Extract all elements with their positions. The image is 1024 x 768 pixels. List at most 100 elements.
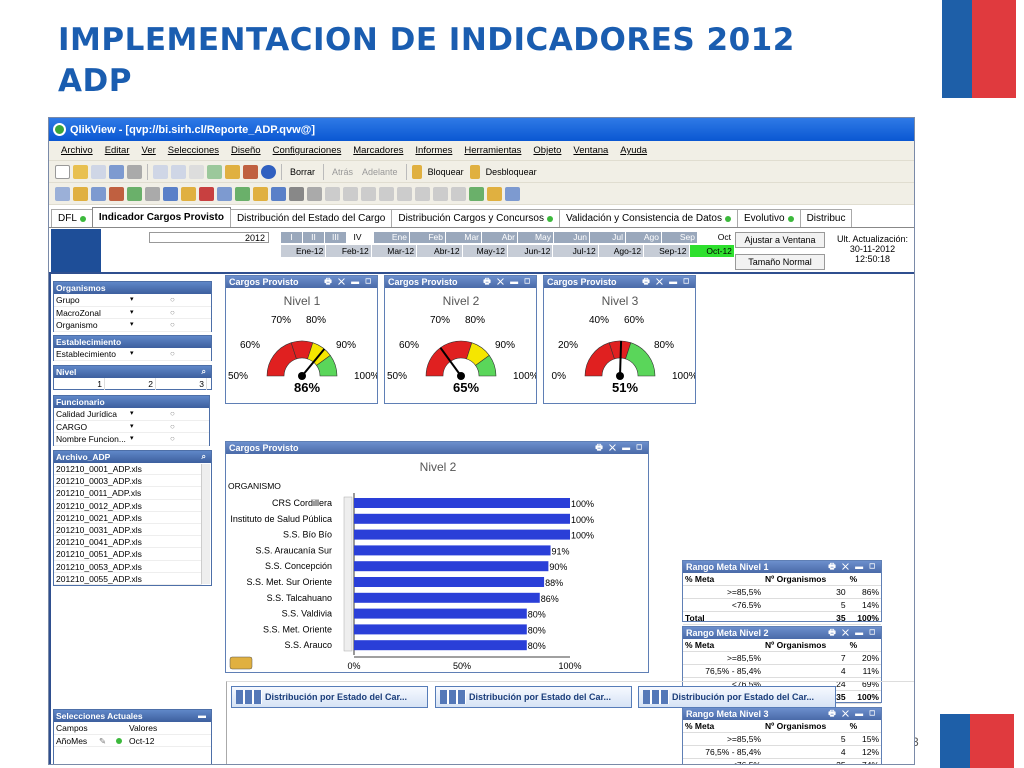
yearmonth-Jul-12[interactable]: Jul-12: [553, 245, 599, 257]
minimize-icon[interactable]: ▬: [198, 710, 208, 722]
design-tool-icon[interactable]: [469, 186, 484, 201]
chevron-down-icon[interactable]: ▾: [130, 348, 134, 360]
menu-item-10[interactable]: Ventana: [567, 145, 614, 156]
help-icon[interactable]: [261, 164, 276, 179]
menu-item-2[interactable]: Ver: [136, 145, 162, 156]
month-Abr[interactable]: Abr: [482, 232, 518, 243]
yearmonth-Jun-12[interactable]: Jun-12: [507, 245, 554, 257]
chevron-down-icon[interactable]: ▾: [130, 307, 134, 319]
chevron-down-icon[interactable]: ▾: [130, 294, 134, 306]
tools-icon[interactable]: [243, 164, 258, 179]
tab-3[interactable]: Distribución Cargos y Concursos: [391, 209, 560, 227]
yearmonth-Ago-12[interactable]: Ago-12: [598, 245, 645, 257]
menu-item-4[interactable]: Diseño: [225, 145, 267, 156]
funcionario-item[interactable]: Calidad Jurídica ▾ ○: [54, 408, 209, 421]
chart-controls-icon[interactable]: 🖶 ✕ ▬ ◻: [324, 276, 373, 288]
design-tool-icon[interactable]: [361, 186, 376, 201]
menu-item-0[interactable]: Archivo: [55, 145, 99, 156]
normal-size-button[interactable]: Tamaño Normal: [735, 254, 825, 270]
chevron-down-icon[interactable]: ▾: [130, 433, 134, 445]
yearmonth-Abr-12[interactable]: Abr-12: [417, 245, 463, 257]
quarter-I[interactable]: I: [281, 232, 303, 243]
archivo-item[interactable]: 201210_0055_ADP.xls: [54, 573, 202, 585]
archivo-item[interactable]: 201210_0051_ADP.xls: [54, 548, 202, 561]
yearmonth-Mar-12[interactable]: Mar-12: [371, 245, 418, 257]
funcionario-item[interactable]: CARGO ▾ ○: [54, 421, 209, 433]
tab-1[interactable]: Indicador Cargos Provisto: [91, 207, 231, 227]
tab-0[interactable]: DFL: [51, 209, 93, 227]
design-tool-icon[interactable]: [163, 186, 178, 201]
chart-controls-icon[interactable]: 🖶 ✕ ▬ ◻: [828, 627, 877, 639]
new-icon[interactable]: [55, 164, 70, 179]
funcionario-item[interactable]: Nombre Funcion... ▾ ○: [54, 433, 209, 446]
menu-item-5[interactable]: Configuraciones: [267, 145, 348, 156]
check-icon[interactable]: [207, 164, 222, 179]
chevron-down-icon[interactable]: ▾: [130, 408, 134, 420]
month-Oct[interactable]: Oct: [698, 232, 734, 243]
unlock-button[interactable]: Desbloquear: [483, 167, 540, 177]
archivo-item[interactable]: 201210_0053_ADP.xls: [54, 561, 202, 573]
design-tool-icon[interactable]: [271, 186, 286, 201]
design-tool-icon[interactable]: [109, 186, 124, 201]
back-button[interactable]: Atrás: [329, 167, 356, 177]
quarter-IV[interactable]: IV: [347, 232, 369, 243]
eraser-icon[interactable]: ✎: [99, 735, 106, 747]
month-May[interactable]: May: [518, 232, 554, 243]
archivo-item[interactable]: 201210_0021_ADP.xls: [54, 512, 202, 524]
design-tool-icon[interactable]: [397, 186, 412, 201]
month-Ene[interactable]: Ene: [374, 232, 410, 243]
design-tool-icon[interactable]: [505, 186, 520, 201]
tab-2[interactable]: Distribución del Estado del Cargo: [229, 209, 393, 227]
search-icon[interactable]: ⌕: [202, 451, 208, 463]
nivel-value[interactable]: 2: [105, 378, 156, 390]
menu-item-1[interactable]: Editar: [99, 145, 136, 156]
menu-item-9[interactable]: Objeto: [527, 145, 567, 156]
month-Feb[interactable]: Feb: [410, 232, 446, 243]
establecimiento-item[interactable]: Establecimiento ▾ ○: [54, 348, 211, 361]
archivo-item[interactable]: 201210_0011_ADP.xls: [54, 487, 202, 500]
undo-icon[interactable]: [153, 164, 168, 179]
design-tool-icon[interactable]: [127, 186, 142, 201]
clear-button[interactable]: Borrar: [287, 167, 318, 177]
tab-6[interactable]: Distribuc: [799, 209, 853, 227]
chart-icon[interactable]: [225, 164, 240, 179]
organismo-item[interactable]: MacroZonal ▾ ○: [54, 307, 211, 319]
design-tool-icon[interactable]: [487, 186, 502, 201]
design-tool-icon[interactable]: [145, 186, 160, 201]
yearmonth-Sep-12[interactable]: Sep-12: [644, 245, 690, 257]
design-tool-icon[interactable]: [325, 186, 340, 201]
year-listbox[interactable]: 2012: [149, 232, 269, 243]
quarter-III[interactable]: III: [325, 232, 347, 243]
organismo-item[interactable]: Organismo ▾ ○: [54, 319, 211, 332]
scrollbar[interactable]: [201, 464, 210, 584]
tab-5[interactable]: Evolutivo: [737, 209, 801, 227]
archivo-item[interactable]: 201210_0001_ADP.xls: [54, 463, 202, 476]
design-tool-icon[interactable]: [253, 186, 268, 201]
organismo-item[interactable]: Grupo ▾ ○: [54, 294, 211, 307]
month-Mar[interactable]: Mar: [446, 232, 482, 243]
design-tool-icon[interactable]: [73, 186, 88, 201]
nivel-value[interactable]: 1: [54, 378, 105, 390]
menu-item-11[interactable]: Ayuda: [614, 145, 653, 156]
print-icon[interactable]: [127, 164, 142, 179]
design-tool-icon[interactable]: [235, 186, 250, 201]
yearmonth-Ene-12[interactable]: Ene-12: [281, 245, 327, 257]
nivel-value[interactable]: 3: [156, 378, 207, 390]
menu-item-3[interactable]: Selecciones: [162, 145, 225, 156]
open-icon[interactable]: [73, 164, 88, 179]
design-tool-icon[interactable]: [451, 186, 466, 201]
month-Jul[interactable]: Jul: [590, 232, 626, 243]
month-Jun[interactable]: Jun: [554, 232, 590, 243]
chevron-down-icon[interactable]: ▾: [130, 421, 134, 433]
chart-controls-icon[interactable]: 🖶 ✕ ▬ ◻: [642, 276, 691, 288]
chart-controls-icon[interactable]: 🖶 ✕ ▬ ◻: [828, 561, 877, 573]
archivo-item[interactable]: 201210_0003_ADP.xls: [54, 475, 202, 488]
design-tool-icon[interactable]: [433, 186, 448, 201]
chevron-down-icon[interactable]: ▾: [130, 319, 134, 331]
archivo-item[interactable]: 201210_0041_ADP.xls: [54, 536, 202, 549]
design-tool-icon[interactable]: [217, 186, 232, 201]
redo-icon[interactable]: [171, 164, 186, 179]
yearmonth-May-12[interactable]: May-12: [462, 245, 508, 257]
search-icon[interactable]: ⌕: [202, 366, 208, 378]
chart-controls-icon[interactable]: 🖶 ✕ ▬ ◻: [483, 276, 532, 288]
